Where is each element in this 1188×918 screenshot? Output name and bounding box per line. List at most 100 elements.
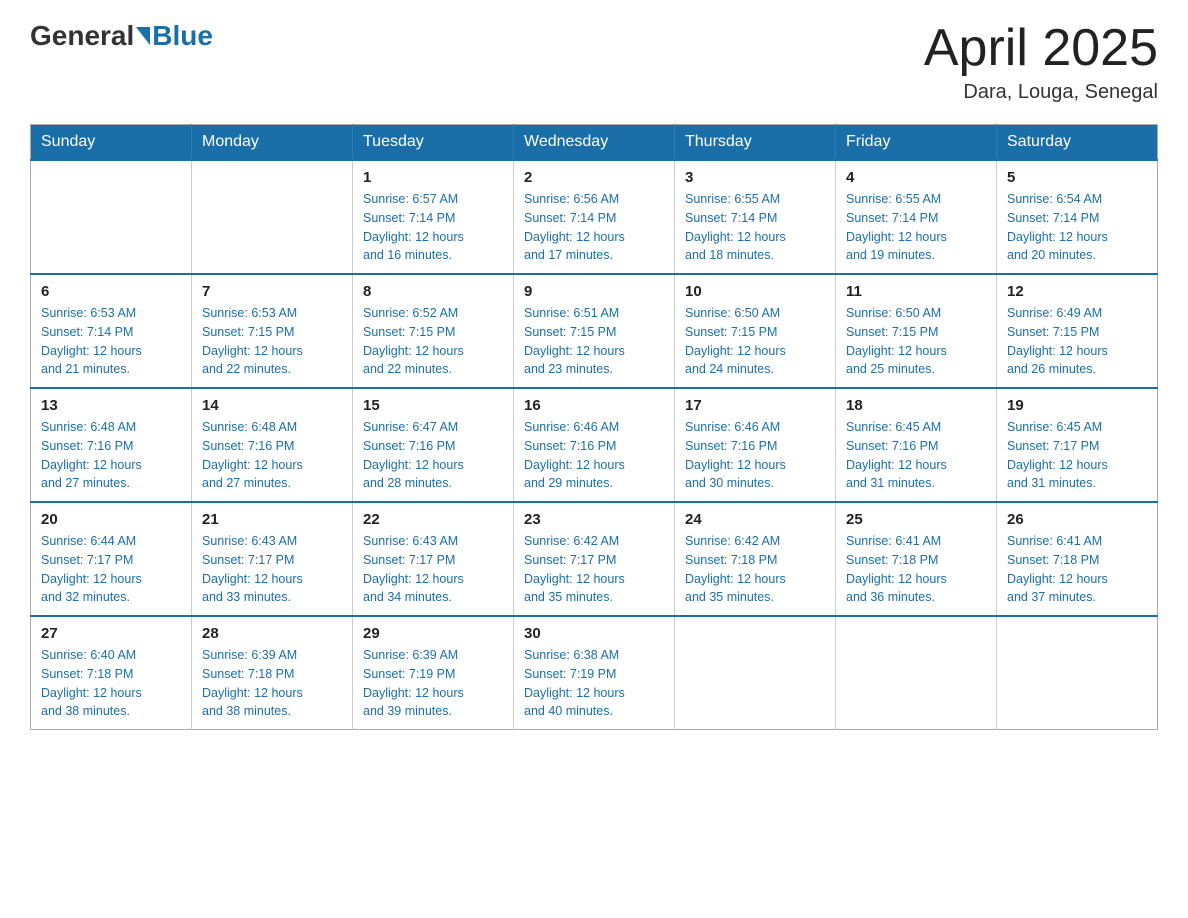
calendar-cell	[836, 616, 997, 730]
day-info: Sunrise: 6:51 AM Sunset: 7:15 PM Dayligh…	[524, 304, 664, 379]
calendar-cell: 27 Sunrise: 6:40 AM Sunset: 7:18 PM Dayli…	[31, 616, 192, 730]
logo: General Blue	[30, 20, 213, 52]
day-number: 5	[1007, 169, 1147, 186]
day-number: 22	[363, 511, 503, 528]
logo-blue-text: Blue	[152, 20, 213, 52]
day-info: Sunrise: 6:46 AM Sunset: 7:16 PM Dayligh…	[685, 418, 825, 493]
day-number: 27	[41, 625, 181, 642]
weekday-header-wednesday: Wednesday	[514, 125, 675, 161]
day-number: 3	[685, 169, 825, 186]
weekday-header-thursday: Thursday	[675, 125, 836, 161]
day-info: Sunrise: 6:50 AM Sunset: 7:15 PM Dayligh…	[685, 304, 825, 379]
calendar-cell: 30Sunrise: 6:38 AM Sunset: 7:19 PM Dayli…	[514, 616, 675, 730]
calendar-cell: 2Sunrise: 6:56 AM Sunset: 7:14 PM Daylig…	[514, 160, 675, 274]
calendar-cell: 11Sunrise: 6:50 AM Sunset: 7:15 PM Dayli…	[836, 274, 997, 388]
calendar-cell: 6 Sunrise: 6:53 AM Sunset: 7:14 PM Daylig…	[31, 274, 192, 388]
calendar-cell: 17 Sunrise: 6:46 AM Sunset: 7:16 PM Dayli…	[675, 388, 836, 502]
calendar-cell: 5 Sunrise: 6:54 AM Sunset: 7:14 PM Daylig…	[997, 160, 1158, 274]
calendar-cell: 24Sunrise: 6:42 AM Sunset: 7:18 PM Dayli…	[675, 502, 836, 616]
day-info: Sunrise: 6:48 AM Sunset: 7:16 PM Dayligh…	[41, 418, 181, 493]
day-info: Sunrise: 6:55 AM Sunset: 7:14 PM Dayligh…	[846, 190, 986, 265]
day-number: 18	[846, 397, 986, 414]
calendar-week-row: 20 Sunrise: 6:44 AM Sunset: 7:17 PM Dayli…	[31, 502, 1158, 616]
day-number: 17	[685, 397, 825, 414]
day-number: 1	[363, 169, 503, 186]
calendar-cell	[997, 616, 1158, 730]
day-number: 28	[202, 625, 342, 642]
day-info: Sunrise: 6:53 AM Sunset: 7:14 PM Dayligh…	[41, 304, 181, 379]
calendar-cell: 15Sunrise: 6:47 AM Sunset: 7:16 PM Dayli…	[353, 388, 514, 502]
weekday-header-friday: Friday	[836, 125, 997, 161]
day-number: 2	[524, 169, 664, 186]
day-info: Sunrise: 6:43 AM Sunset: 7:17 PM Dayligh…	[202, 532, 342, 607]
day-number: 26	[1007, 511, 1147, 528]
calendar-week-row: 27 Sunrise: 6:40 AM Sunset: 7:18 PM Dayli…	[31, 616, 1158, 730]
calendar-table: SundayMondayTuesdayWednesdayThursdayFrid…	[30, 124, 1158, 730]
calendar-cell: 28Sunrise: 6:39 AM Sunset: 7:18 PM Dayli…	[192, 616, 353, 730]
day-number: 23	[524, 511, 664, 528]
calendar-week-row: 6 Sunrise: 6:53 AM Sunset: 7:14 PM Daylig…	[31, 274, 1158, 388]
day-info: Sunrise: 6:53 AM Sunset: 7:15 PM Dayligh…	[202, 304, 342, 379]
title-block: April 2025 Dara, Louga, Senegal	[924, 20, 1158, 104]
calendar-cell: 26 Sunrise: 6:41 AM Sunset: 7:18 PM Dayli…	[997, 502, 1158, 616]
calendar-cell	[192, 160, 353, 274]
day-number: 6	[41, 283, 181, 300]
day-info: Sunrise: 6:39 AM Sunset: 7:19 PM Dayligh…	[363, 646, 503, 721]
calendar-cell: 10 Sunrise: 6:50 AM Sunset: 7:15 PM Dayli…	[675, 274, 836, 388]
day-number: 8	[363, 283, 503, 300]
calendar-cell	[31, 160, 192, 274]
calendar-cell: 25Sunrise: 6:41 AM Sunset: 7:18 PM Dayli…	[836, 502, 997, 616]
day-info: Sunrise: 6:41 AM Sunset: 7:18 PM Dayligh…	[846, 532, 986, 607]
day-info: Sunrise: 6:42 AM Sunset: 7:17 PM Dayligh…	[524, 532, 664, 607]
calendar-cell: 9 Sunrise: 6:51 AM Sunset: 7:15 PM Daylig…	[514, 274, 675, 388]
calendar-cell	[675, 616, 836, 730]
day-info: Sunrise: 6:48 AM Sunset: 7:16 PM Dayligh…	[202, 418, 342, 493]
day-info: Sunrise: 6:52 AM Sunset: 7:15 PM Dayligh…	[363, 304, 503, 379]
day-number: 29	[363, 625, 503, 642]
weekday-header-monday: Monday	[192, 125, 353, 161]
day-number: 10	[685, 283, 825, 300]
calendar-cell: 3Sunrise: 6:55 AM Sunset: 7:14 PM Daylig…	[675, 160, 836, 274]
calendar-cell: 18 Sunrise: 6:45 AM Sunset: 7:16 PM Dayli…	[836, 388, 997, 502]
weekday-header-sunday: Sunday	[31, 125, 192, 161]
day-number: 21	[202, 511, 342, 528]
calendar-week-row: 1Sunrise: 6:57 AM Sunset: 7:14 PM Daylig…	[31, 160, 1158, 274]
day-number: 12	[1007, 283, 1147, 300]
calendar-cell: 7 Sunrise: 6:53 AM Sunset: 7:15 PM Daylig…	[192, 274, 353, 388]
weekday-header-tuesday: Tuesday	[353, 125, 514, 161]
day-info: Sunrise: 6:46 AM Sunset: 7:16 PM Dayligh…	[524, 418, 664, 493]
calendar-cell: 8 Sunrise: 6:52 AM Sunset: 7:15 PM Daylig…	[353, 274, 514, 388]
weekday-header-row: SundayMondayTuesdayWednesdayThursdayFrid…	[31, 125, 1158, 161]
day-number: 15	[363, 397, 503, 414]
calendar-cell: 22Sunrise: 6:43 AM Sunset: 7:17 PM Dayli…	[353, 502, 514, 616]
day-number: 16	[524, 397, 664, 414]
calendar-cell: 1Sunrise: 6:57 AM Sunset: 7:14 PM Daylig…	[353, 160, 514, 274]
day-info: Sunrise: 6:45 AM Sunset: 7:17 PM Dayligh…	[1007, 418, 1147, 493]
calendar-body: 1Sunrise: 6:57 AM Sunset: 7:14 PM Daylig…	[31, 160, 1158, 730]
day-number: 13	[41, 397, 181, 414]
calendar-cell: 12Sunrise: 6:49 AM Sunset: 7:15 PM Dayli…	[997, 274, 1158, 388]
day-info: Sunrise: 6:38 AM Sunset: 7:19 PM Dayligh…	[524, 646, 664, 721]
day-number: 7	[202, 283, 342, 300]
month-title: April 2025	[924, 20, 1158, 77]
day-info: Sunrise: 6:45 AM Sunset: 7:16 PM Dayligh…	[846, 418, 986, 493]
calendar-cell: 16 Sunrise: 6:46 AM Sunset: 7:16 PM Dayli…	[514, 388, 675, 502]
day-info: Sunrise: 6:44 AM Sunset: 7:17 PM Dayligh…	[41, 532, 181, 607]
day-info: Sunrise: 6:50 AM Sunset: 7:15 PM Dayligh…	[846, 304, 986, 379]
day-number: 20	[41, 511, 181, 528]
day-info: Sunrise: 6:54 AM Sunset: 7:14 PM Dayligh…	[1007, 190, 1147, 265]
calendar-cell: 29 Sunrise: 6:39 AM Sunset: 7:19 PM Dayli…	[353, 616, 514, 730]
calendar-cell: 21 Sunrise: 6:43 AM Sunset: 7:17 PM Dayli…	[192, 502, 353, 616]
weekday-header-saturday: Saturday	[997, 125, 1158, 161]
page-header: General Blue April 2025 Dara, Louga, Sen…	[30, 20, 1158, 104]
day-info: Sunrise: 6:41 AM Sunset: 7:18 PM Dayligh…	[1007, 532, 1147, 607]
calendar-cell: 20 Sunrise: 6:44 AM Sunset: 7:17 PM Dayli…	[31, 502, 192, 616]
calendar-cell: 14 Sunrise: 6:48 AM Sunset: 7:16 PM Dayli…	[192, 388, 353, 502]
day-number: 4	[846, 169, 986, 186]
day-info: Sunrise: 6:40 AM Sunset: 7:18 PM Dayligh…	[41, 646, 181, 721]
day-number: 14	[202, 397, 342, 414]
logo-general-text: General	[30, 20, 134, 52]
day-number: 9	[524, 283, 664, 300]
calendar-cell: 4 Sunrise: 6:55 AM Sunset: 7:14 PM Daylig…	[836, 160, 997, 274]
day-number: 24	[685, 511, 825, 528]
